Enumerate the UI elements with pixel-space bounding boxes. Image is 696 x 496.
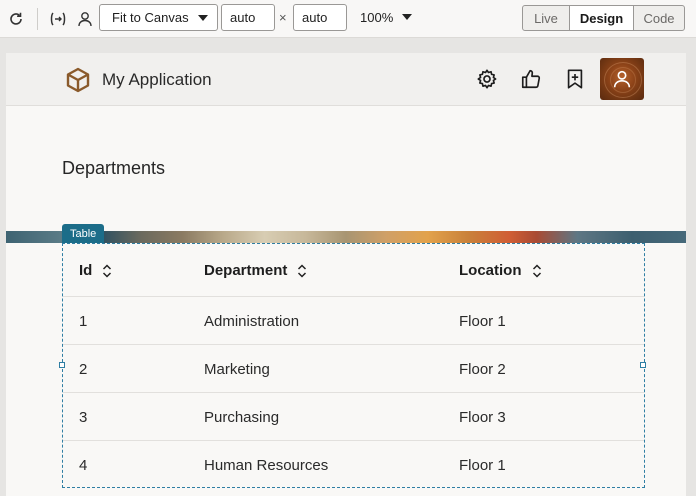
fit-select-label: Fit to Canvas — [112, 10, 189, 25]
app-title: My Application — [102, 70, 212, 89]
sort-icon[interactable] — [532, 263, 542, 278]
column-label: Id — [79, 262, 93, 279]
design-canvas: My Application Departments Table Id Depa… — [6, 53, 686, 496]
app-header: My Application — [6, 53, 686, 106]
column-header-location[interactable]: Location — [459, 262, 542, 279]
sort-icon[interactable] — [102, 263, 112, 278]
bookmark-add-icon[interactable] — [562, 66, 588, 92]
canvas-height-input[interactable] — [293, 4, 347, 31]
chevron-down-icon — [198, 15, 208, 21]
editor-toolbar: Fit to Canvas × 100% Live Design Code — [0, 0, 696, 38]
cell-department: Administration — [204, 313, 300, 330]
user-avatar-icon — [613, 70, 631, 88]
variables-icon[interactable] — [48, 9, 68, 29]
live-mode-button[interactable]: Live — [523, 6, 570, 30]
cell-id: 3 — [79, 409, 88, 426]
cell-location: Floor 3 — [459, 409, 506, 426]
cell-location: Floor 1 — [459, 457, 506, 474]
page-heading: Departments — [62, 158, 166, 178]
departments-table[interactable]: Id Department Location 1 Administration … — [59, 243, 646, 488]
cell-location: Floor 2 — [459, 361, 506, 378]
refresh-icon[interactable] — [6, 9, 26, 29]
design-mode-button[interactable]: Design — [570, 6, 634, 30]
user-avatar[interactable] — [600, 58, 644, 100]
header-divider — [63, 296, 644, 297]
resize-handle-left[interactable] — [59, 362, 65, 368]
user-icon[interactable] — [75, 9, 95, 29]
zoom-level[interactable]: 100% — [360, 10, 393, 25]
code-mode-button[interactable]: Code — [634, 6, 684, 30]
cell-id: 2 — [79, 361, 88, 378]
sort-icon[interactable] — [297, 263, 307, 278]
component-label-chip[interactable]: Table — [62, 224, 105, 244]
cell-department: Marketing — [204, 361, 270, 378]
thumbs-up-icon[interactable] — [518, 66, 544, 92]
cube-icon — [64, 66, 92, 94]
fit-to-canvas-select[interactable]: Fit to Canvas — [99, 4, 218, 31]
canvas-width-input[interactable] — [221, 4, 275, 31]
zoom-dropdown-icon[interactable] — [402, 14, 412, 20]
row-divider — [63, 392, 644, 393]
cell-department: Human Resources — [204, 457, 329, 474]
column-header-department[interactable]: Department — [204, 262, 307, 279]
decorative-banner — [6, 231, 686, 243]
toolbar-divider — [37, 8, 38, 30]
view-mode-switch: Live Design Code — [522, 5, 685, 31]
resize-handle-right[interactable] — [640, 362, 646, 368]
cell-location: Floor 1 — [459, 313, 506, 330]
column-label: Location — [459, 262, 522, 279]
gear-icon[interactable] — [474, 66, 500, 92]
cell-department: Purchasing — [204, 409, 280, 426]
column-label: Department — [204, 262, 288, 279]
row-divider — [63, 344, 644, 345]
column-header-id[interactable]: Id — [79, 262, 112, 279]
dimension-separator: × — [279, 10, 287, 25]
cell-id: 4 — [79, 457, 88, 474]
row-divider — [63, 440, 644, 441]
cell-id: 1 — [79, 313, 88, 330]
